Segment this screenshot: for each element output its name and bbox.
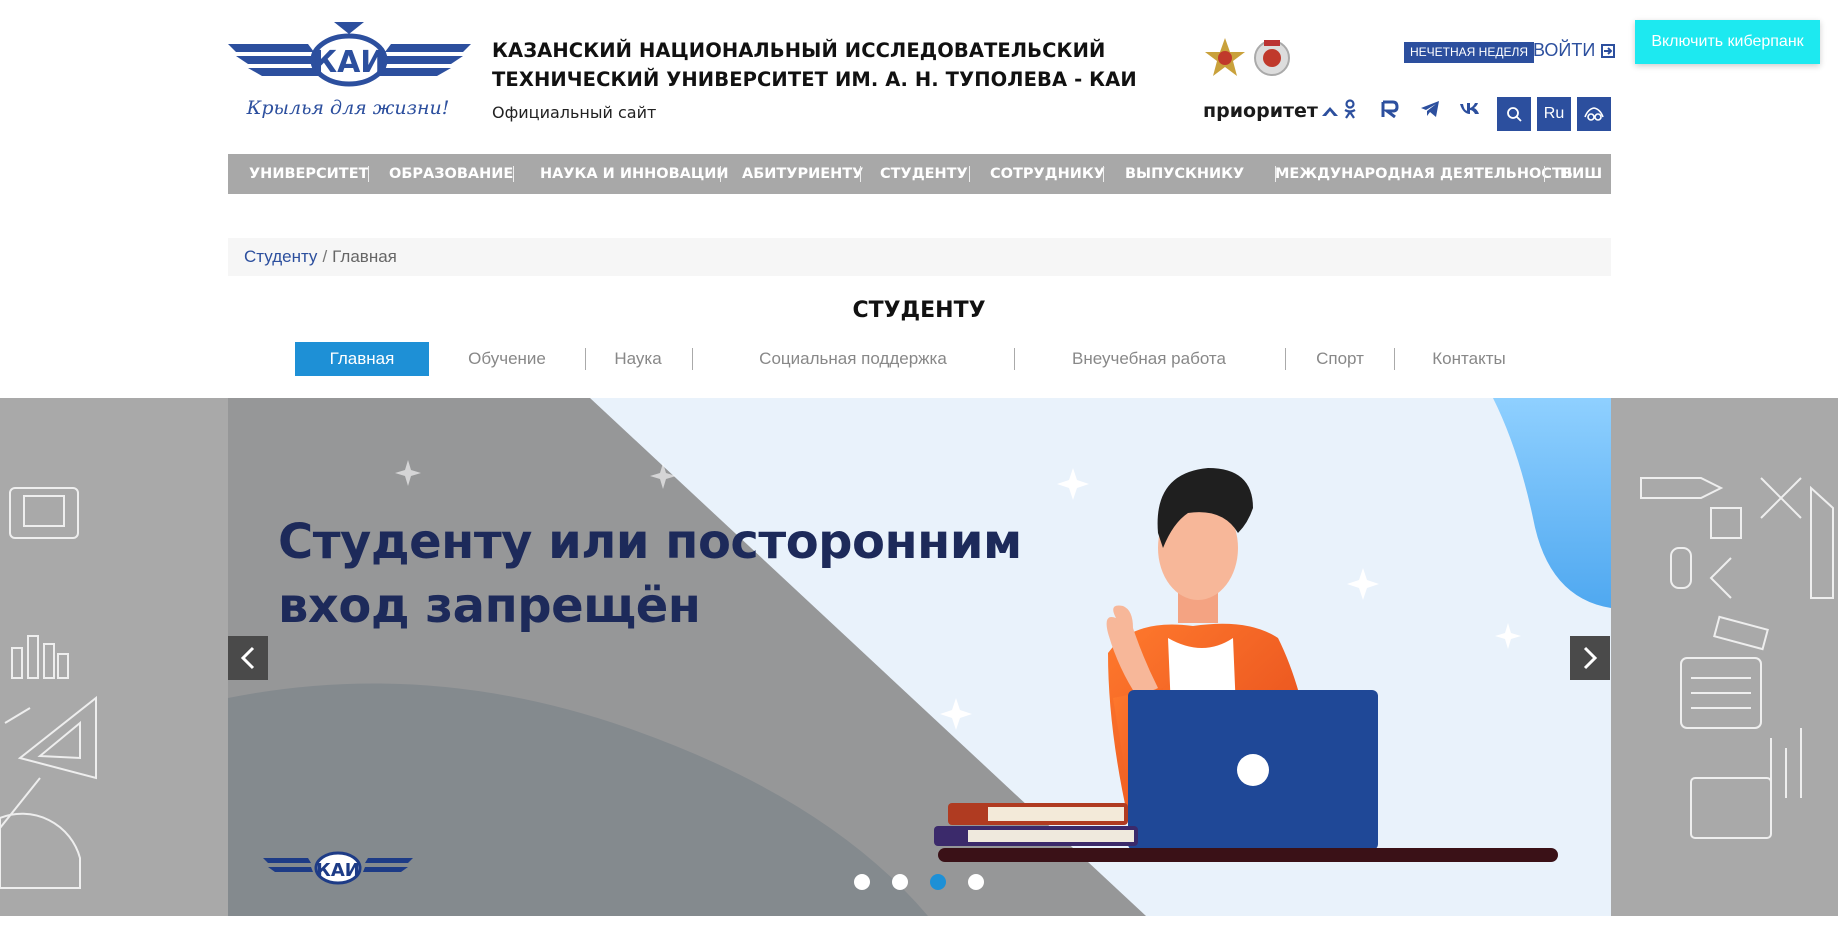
nav-student[interactable]: СТУДЕНТУ bbox=[880, 154, 968, 194]
nav-divider bbox=[1103, 166, 1104, 182]
search-icon bbox=[1507, 107, 1522, 122]
tab-science[interactable]: Наука bbox=[600, 342, 676, 376]
week-parity-badge: НЕЧЕТНАЯ НЕДЕЛЯ bbox=[1404, 42, 1535, 63]
hero-illustration: КАИ bbox=[228, 398, 1611, 916]
slide-logo-text: КАИ bbox=[316, 860, 360, 881]
language-button[interactable]: Ru bbox=[1537, 97, 1571, 131]
nav-employee[interactable]: СОТРУДНИКУ bbox=[990, 154, 1105, 194]
priority-icon bbox=[1321, 107, 1338, 116]
tab-divider bbox=[1285, 348, 1286, 370]
tab-study[interactable]: Обучение bbox=[445, 342, 569, 376]
slide-headline-line-1: Студенту или посторонним bbox=[278, 514, 1022, 570]
nav-pish[interactable]: ПИШ bbox=[1560, 154, 1602, 194]
breadcrumb-separator: / bbox=[322, 247, 328, 266]
tab-divider bbox=[1394, 348, 1395, 370]
nav-divider bbox=[860, 166, 861, 182]
slider-side-right bbox=[1611, 398, 1838, 916]
social-links bbox=[1338, 97, 1482, 121]
tab-main[interactable]: Главная bbox=[295, 342, 429, 376]
breadcrumb-current: Главная bbox=[332, 247, 397, 266]
site-subtitle: Официальный сайт bbox=[492, 103, 657, 122]
rutube-icon[interactable] bbox=[1378, 97, 1402, 121]
chevron-left-icon bbox=[240, 646, 255, 670]
slider-dot[interactable] bbox=[892, 874, 908, 890]
nav-divider bbox=[368, 166, 369, 182]
slider-dot[interactable] bbox=[854, 874, 870, 890]
school-doodles-icon bbox=[0, 487, 97, 889]
slider-pagination bbox=[854, 874, 984, 890]
site-title-block: КАЗАНСКИЙ НАЦИОНАЛЬНЫЙ ИССЛЕДОВАТЕЛЬСКИЙ… bbox=[492, 36, 1137, 122]
accessibility-glasses-icon bbox=[1584, 107, 1604, 121]
nav-education[interactable]: ОБРАЗОВАНИЕ bbox=[389, 154, 513, 194]
priority-2030-link[interactable]: приоритет bbox=[1203, 100, 1339, 122]
search-button[interactable] bbox=[1497, 97, 1531, 131]
nav-divider bbox=[1544, 166, 1545, 182]
school-doodles-icon bbox=[1640, 477, 1834, 839]
nav-divider bbox=[720, 166, 721, 182]
awards bbox=[1202, 36, 1292, 82]
site-title-line-2: ТЕХНИЧЕСКИЙ УНИВЕРСИТЕТ ИМ. А. Н. ТУПОЛЕ… bbox=[492, 68, 1137, 91]
order-star-icon bbox=[1205, 38, 1245, 76]
hero-slide[interactable]: КАИ Студенту или посторонним вход запрещ… bbox=[228, 398, 1611, 916]
odnoklassniki-icon[interactable] bbox=[1338, 97, 1362, 121]
breadcrumb: Студенту / Главная bbox=[228, 238, 1611, 276]
slide-headline: Студенту или посторонним вход запрещён bbox=[278, 510, 1022, 638]
slider-next-button[interactable] bbox=[1570, 636, 1610, 680]
nav-graduate[interactable]: ВЫПУСКНИКУ bbox=[1125, 154, 1244, 194]
nav-divider bbox=[969, 166, 970, 182]
logo-motto: Крылья для жизни! bbox=[246, 97, 450, 119]
nav-international[interactable]: МЕЖДУНАРОДНАЯ ДЕЯТЕЛЬНОСТЬ bbox=[1275, 154, 1573, 194]
main-navigation: УНИВЕРСИТЕТ ОБРАЗОВАНИЕ НАУКА И ИННОВАЦИ… bbox=[228, 154, 1611, 194]
nav-science[interactable]: НАУКА И ИННОВАЦИИ bbox=[540, 154, 729, 194]
tab-contacts[interactable]: Контакты bbox=[1410, 342, 1528, 376]
tab-sport[interactable]: Спорт bbox=[1300, 342, 1380, 376]
site-title-line-1: КАЗАНСКИЙ НАЦИОНАЛЬНЫЙ ИССЛЕДОВАТЕЛЬСКИЙ bbox=[492, 39, 1106, 62]
telegram-icon[interactable] bbox=[1418, 97, 1442, 121]
tab-social-support[interactable]: Социальная поддержка bbox=[710, 342, 996, 376]
breadcrumb-parent-link[interactable]: Студенту bbox=[244, 247, 317, 266]
login-icon bbox=[1601, 43, 1616, 58]
accessibility-button[interactable] bbox=[1577, 97, 1611, 131]
university-logo[interactable]: КАИ Крылья для жизни! bbox=[228, 22, 471, 128]
tab-divider bbox=[585, 348, 586, 370]
login-label: ВОЙТИ bbox=[1533, 40, 1596, 60]
slide-headline-line-2: вход запрещён bbox=[278, 578, 701, 634]
order-badge-icon bbox=[1254, 40, 1290, 76]
chevron-right-icon bbox=[1583, 646, 1598, 670]
logo-text: КАИ bbox=[313, 45, 386, 80]
page-title: СТУДЕНТУ bbox=[852, 298, 986, 323]
tab-divider bbox=[1014, 348, 1015, 370]
vk-icon[interactable] bbox=[1458, 97, 1482, 121]
tab-extracurricular[interactable]: Внеучебная работа bbox=[1030, 342, 1268, 376]
nav-university[interactable]: УНИВЕРСИТЕТ bbox=[249, 154, 369, 194]
slider-dot-active[interactable] bbox=[930, 874, 946, 890]
nav-applicant[interactable]: АБИТУРИЕНТУ bbox=[742, 154, 863, 194]
nav-divider bbox=[513, 166, 514, 182]
slider-side-left bbox=[0, 398, 228, 916]
slider-dot[interactable] bbox=[968, 874, 984, 890]
slider-prev-button[interactable] bbox=[228, 636, 268, 680]
priority-label: приоритет bbox=[1203, 100, 1318, 122]
cyberpunk-toggle-button[interactable]: Включить киберпанк bbox=[1635, 20, 1820, 64]
tab-divider bbox=[692, 348, 693, 370]
login-link[interactable]: ВОЙТИ bbox=[1533, 40, 1616, 61]
